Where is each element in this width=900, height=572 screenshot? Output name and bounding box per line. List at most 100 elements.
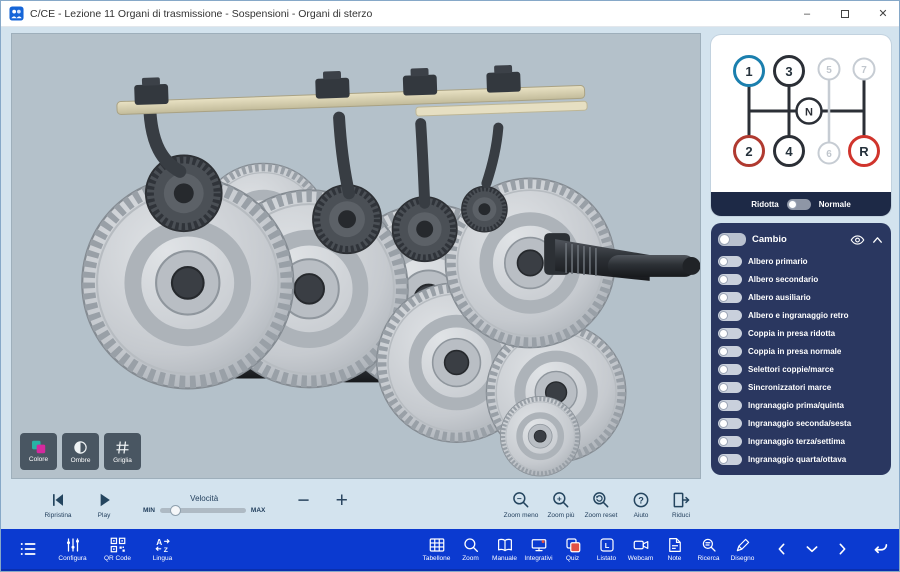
layer-label: Ingranaggio quarta/ottava bbox=[748, 455, 846, 464]
disegno-label: Disegno bbox=[731, 555, 755, 562]
viewport-buttons: Colore Ombre Griglia bbox=[20, 433, 141, 470]
layer-toggle[interactable] bbox=[718, 292, 742, 303]
integrativi-label: Integrativi bbox=[524, 555, 552, 562]
layer-toggle[interactable] bbox=[718, 382, 742, 393]
range-selector: Ridotta Normale bbox=[711, 192, 891, 216]
help-button[interactable]: ? Aiuto bbox=[621, 490, 661, 519]
minimize-panel-button[interactable]: Riduci bbox=[661, 490, 701, 519]
decrease-button[interactable]: − bbox=[297, 489, 309, 513]
back-button[interactable] bbox=[869, 535, 891, 563]
next-button[interactable] bbox=[831, 535, 853, 563]
toolbar-quiz[interactable]: Quiz bbox=[556, 536, 589, 562]
layer-toggle[interactable] bbox=[718, 364, 742, 375]
close-button[interactable]: ✕ bbox=[867, 1, 899, 27]
toolbar-disegno[interactable]: Disegno bbox=[726, 536, 759, 562]
cambio-header: Cambio bbox=[718, 227, 884, 252]
manuale-label: Manuale bbox=[492, 555, 517, 562]
restart-button[interactable]: Ripristina bbox=[35, 490, 81, 519]
shift-pattern-diagram: 1 3 5 7 N 2 4 6 bbox=[711, 35, 891, 187]
shadows-button-label: Ombre bbox=[71, 457, 91, 464]
maximize-icon bbox=[841, 10, 849, 18]
shadows-button[interactable]: Ombre bbox=[62, 433, 99, 470]
play-icon bbox=[94, 490, 114, 510]
tabellone-label: Tabellone bbox=[423, 555, 451, 562]
speed-slider[interactable] bbox=[160, 508, 246, 513]
toolbar-webcam[interactable]: Webcam bbox=[624, 536, 657, 562]
layer-label: Ingranaggio prima/quinta bbox=[748, 401, 844, 410]
menu-button[interactable] bbox=[11, 539, 44, 559]
layer-label: Ingranaggio seconda/sesta bbox=[748, 419, 851, 428]
grid-icon bbox=[115, 440, 130, 455]
layer-toggle[interactable] bbox=[718, 274, 742, 285]
svg-text:+: + bbox=[557, 493, 562, 503]
grid-button-label: Griglia bbox=[113, 457, 132, 464]
zoom-out-button[interactable]: − Zoom meno bbox=[501, 490, 541, 519]
lingua-label: Lingua bbox=[153, 555, 173, 562]
toolbar-zoom[interactable]: Zoom bbox=[454, 536, 487, 562]
svg-text:Z: Z bbox=[163, 547, 167, 554]
cambio-panel: Cambio Albero primario Albero secondario… bbox=[711, 223, 891, 475]
play-label: Play bbox=[98, 512, 111, 519]
grid-button[interactable]: Griglia bbox=[104, 433, 141, 470]
layer-toggle[interactable] bbox=[718, 418, 742, 429]
layer-label: Albero primario bbox=[748, 257, 808, 266]
layer-toggle[interactable] bbox=[718, 256, 742, 267]
layer-toggle[interactable] bbox=[718, 400, 742, 411]
layer-toggle[interactable] bbox=[718, 328, 742, 339]
color-button[interactable]: Colore bbox=[20, 433, 57, 470]
toolbar-integrativi[interactable]: Integrativi bbox=[522, 536, 555, 562]
layer-toggle[interactable] bbox=[718, 346, 742, 357]
magnifier-icon bbox=[462, 536, 480, 554]
qr-code-label: QR Code bbox=[104, 555, 131, 562]
3d-viewport[interactable]: Colore Ombre Griglia bbox=[11, 33, 701, 479]
quiz-cards-icon bbox=[564, 536, 582, 554]
chevron-right-icon bbox=[834, 541, 850, 557]
increase-button[interactable]: + bbox=[336, 489, 348, 513]
svg-text:?: ? bbox=[638, 495, 644, 505]
toolbar-tabellone[interactable]: Tabellone bbox=[420, 536, 453, 562]
sliders-icon bbox=[64, 536, 82, 554]
listato-icon: L bbox=[598, 536, 616, 554]
ridotta-label: Ridotta bbox=[751, 200, 779, 209]
minimize-button[interactable]: – bbox=[791, 1, 823, 27]
quiz-label: Quiz bbox=[566, 555, 579, 562]
listato-label: Listato bbox=[597, 555, 616, 562]
maximize-button[interactable] bbox=[829, 1, 861, 27]
zoom-label: Zoom bbox=[462, 555, 479, 562]
gearbox-3d-model[interactable] bbox=[12, 34, 700, 478]
toolbar-manuale[interactable]: Manuale bbox=[488, 536, 521, 562]
layer-label: Coppia in presa ridotta bbox=[748, 329, 835, 338]
color-button-label: Colore bbox=[29, 456, 48, 463]
collapse-chevron-icon[interactable] bbox=[871, 235, 884, 245]
toolbar-note[interactable]: Note bbox=[658, 536, 691, 562]
configura-label: Configura bbox=[58, 555, 86, 562]
speed-slider-knob[interactable] bbox=[170, 505, 181, 516]
layer-toggle[interactable] bbox=[718, 454, 742, 465]
gear-2-label: 2 bbox=[745, 144, 752, 159]
color-icon bbox=[31, 440, 47, 454]
play-button[interactable]: Play bbox=[81, 490, 127, 519]
cambio-master-toggle[interactable] bbox=[718, 233, 746, 246]
toolbar-listato[interactable]: L Listato bbox=[590, 536, 623, 562]
toolbar-configura[interactable]: Configura bbox=[56, 536, 89, 562]
gear-7-label: 7 bbox=[861, 65, 867, 76]
eye-icon[interactable] bbox=[850, 234, 865, 246]
monitor-icon bbox=[530, 536, 548, 554]
collapse-toolbar-button[interactable] bbox=[801, 535, 823, 563]
prev-button[interactable] bbox=[771, 535, 793, 563]
layer-toggle[interactable] bbox=[718, 310, 742, 321]
zoom-controls: − Zoom meno + Zoom più bbox=[501, 490, 701, 519]
zoom-reset-button[interactable]: Zoom reset bbox=[581, 490, 621, 519]
layer-label: Albero secondario bbox=[748, 275, 818, 284]
zoom-reset-label: Zoom reset bbox=[585, 512, 618, 519]
range-toggle[interactable] bbox=[787, 199, 811, 210]
toolbar-ricerca[interactable]: Ricerca bbox=[692, 536, 725, 562]
zoom-in-button[interactable]: + Zoom più bbox=[541, 490, 581, 519]
zoom-out-icon: − bbox=[511, 490, 531, 510]
layer-row: Sincronizzatori marce bbox=[718, 378, 884, 396]
translate-icon: A Z bbox=[154, 536, 172, 554]
toolbar-lingua[interactable]: A Z Lingua bbox=[146, 536, 179, 562]
layer-toggle[interactable] bbox=[718, 436, 742, 447]
toolbar-qr-code[interactable]: QR Code bbox=[101, 536, 134, 562]
zoom-in-icon: + bbox=[551, 490, 571, 510]
